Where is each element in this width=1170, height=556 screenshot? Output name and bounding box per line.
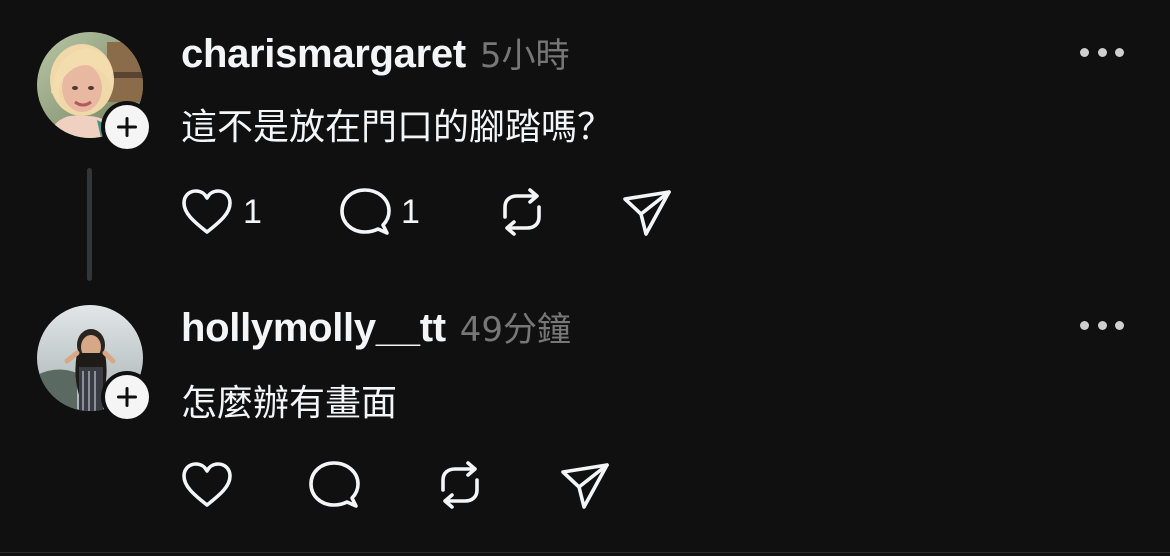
send-icon	[561, 463, 609, 509]
like-button[interactable]	[181, 459, 233, 511]
more-dot	[1080, 47, 1089, 57]
timestamp: 5小時	[479, 36, 570, 76]
like-count: 1	[243, 192, 262, 231]
timestamp: 49分鐘	[459, 310, 572, 350]
reply-count: 1	[401, 192, 420, 231]
share-button[interactable]	[560, 459, 610, 511]
more-dot	[1097, 320, 1107, 330]
comment-icon	[309, 461, 360, 508]
like-button[interactable]: 1	[181, 186, 262, 238]
follow-button[interactable]	[101, 101, 153, 153]
username[interactable]: hollymolly__tt	[181, 306, 446, 351]
comment-item: hollymolly__tt 49分鐘 怎麼辦有畫面	[0, 290, 1170, 552]
comment-text: 這不是放在門口的腳踏嗎？	[181, 107, 614, 148]
share-button[interactable]	[622, 186, 672, 238]
reply-button[interactable]: 1	[339, 186, 420, 238]
reply-button[interactable]	[308, 459, 360, 511]
repost-button[interactable]	[435, 459, 485, 511]
comment-header: hollymolly__tt 49分鐘	[181, 302, 571, 351]
follow-button-inner	[105, 105, 149, 149]
thread-line	[87, 168, 92, 281]
comment-icon	[340, 188, 391, 235]
repost-button[interactable]	[497, 186, 547, 238]
username[interactable]: charismargaret	[181, 32, 466, 77]
plus-icon	[117, 387, 137, 407]
more-dot	[1115, 47, 1124, 57]
divider	[0, 552, 1170, 553]
more-dot	[1080, 320, 1089, 330]
plus-icon	[117, 117, 137, 137]
more-horizontal-icon[interactable]	[1080, 45, 1124, 59]
comment-item: charismargaret 5小時 這不是放在門口的腳踏嗎？ 1 1	[0, 0, 1170, 290]
send-icon	[623, 190, 671, 236]
follow-button-inner	[105, 375, 149, 419]
repost-icon	[441, 461, 479, 509]
more-dot	[1115, 320, 1124, 330]
more-dot	[1097, 47, 1107, 57]
threads-comment-list: charismargaret 5小時 這不是放在門口的腳踏嗎？ 1 1 holl…	[0, 0, 1170, 556]
repost-icon	[503, 188, 541, 236]
comment-text: 怎麼辦有畫面	[181, 383, 398, 424]
heart-icon	[182, 462, 232, 507]
heart-icon	[182, 189, 232, 234]
more-horizontal-icon[interactable]	[1080, 318, 1124, 332]
comment-header: charismargaret 5小時	[181, 28, 569, 77]
follow-button[interactable]	[101, 371, 153, 423]
